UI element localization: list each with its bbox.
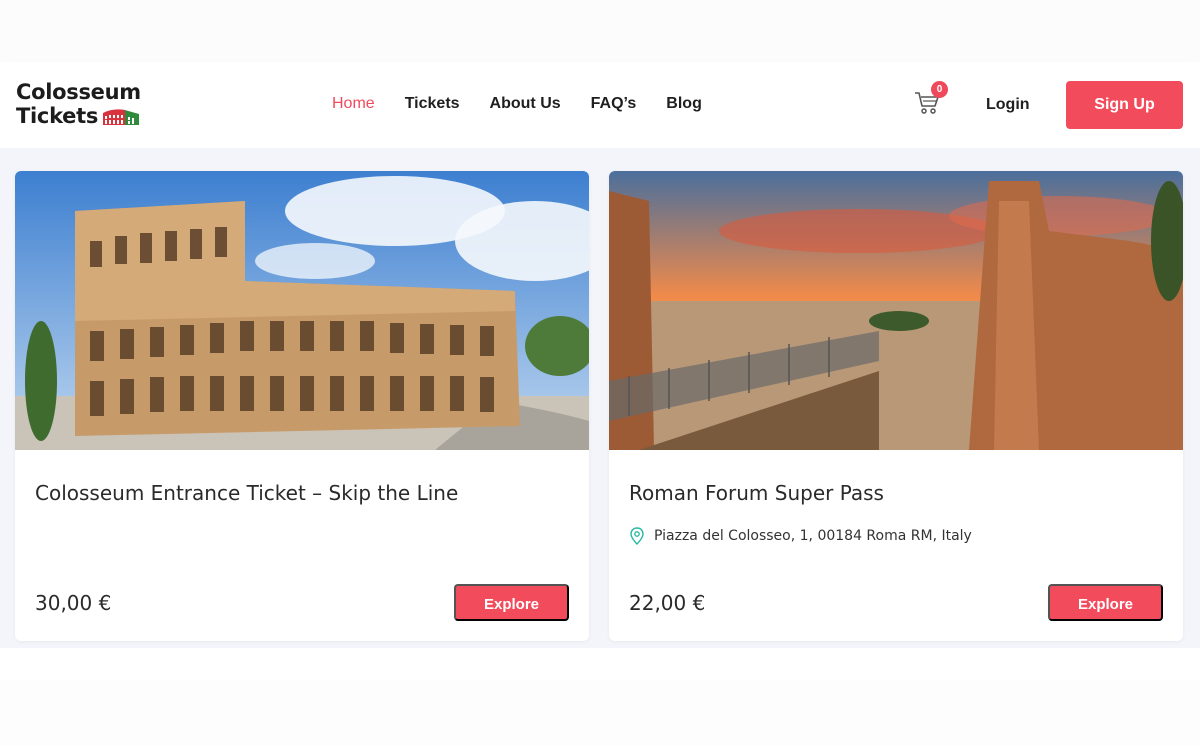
signup-button[interactable]: Sign Up	[1066, 81, 1183, 129]
nav-about-us[interactable]: About Us	[490, 95, 561, 113]
card-location-text: Piazza del Colosseo, 1, 00184 Roma RM, I…	[654, 528, 972, 544]
login-link[interactable]: Login	[986, 96, 1030, 114]
map-pin-icon	[630, 527, 644, 545]
card-title[interactable]: Colosseum Entrance Ticket – Skip the Lin…	[35, 481, 458, 505]
main-nav: Home Tickets About Us FAQ’s Blog	[332, 95, 732, 113]
card-price: 30,00 €	[35, 591, 112, 615]
nav-tickets[interactable]: Tickets	[405, 95, 460, 113]
roman-forum-sunset-photo	[609, 171, 1183, 450]
colosseum-logo-icon	[103, 109, 140, 125]
colosseum-photo	[15, 171, 589, 450]
logo-text-line1: Colosseum	[16, 80, 141, 104]
site-logo[interactable]: Colosseum Tickets	[16, 80, 156, 132]
explore-button[interactable]: Explore	[1048, 584, 1163, 621]
card-title[interactable]: Roman Forum Super Pass	[629, 481, 884, 505]
ticket-card-colosseum: Colosseum Entrance Ticket – Skip the Lin…	[15, 171, 589, 641]
card-location: Piazza del Colosseo, 1, 00184 Roma RM, I…	[629, 527, 972, 545]
card-price: 22,00 €	[629, 591, 706, 615]
ticket-card-roman-forum: Roman Forum Super Pass Piazza del Coloss…	[609, 171, 1183, 641]
explore-button[interactable]: Explore	[454, 584, 569, 621]
nav-home[interactable]: Home	[332, 95, 375, 113]
cart-button[interactable]: 0	[914, 81, 948, 116]
nav-blog[interactable]: Blog	[666, 95, 702, 113]
nav-faqs[interactable]: FAQ’s	[591, 95, 637, 113]
cart-count-badge: 0	[931, 81, 948, 98]
footer-area	[0, 680, 1200, 745]
top-strip	[0, 0, 1200, 62]
logo-text-line2: Tickets	[16, 104, 99, 128]
